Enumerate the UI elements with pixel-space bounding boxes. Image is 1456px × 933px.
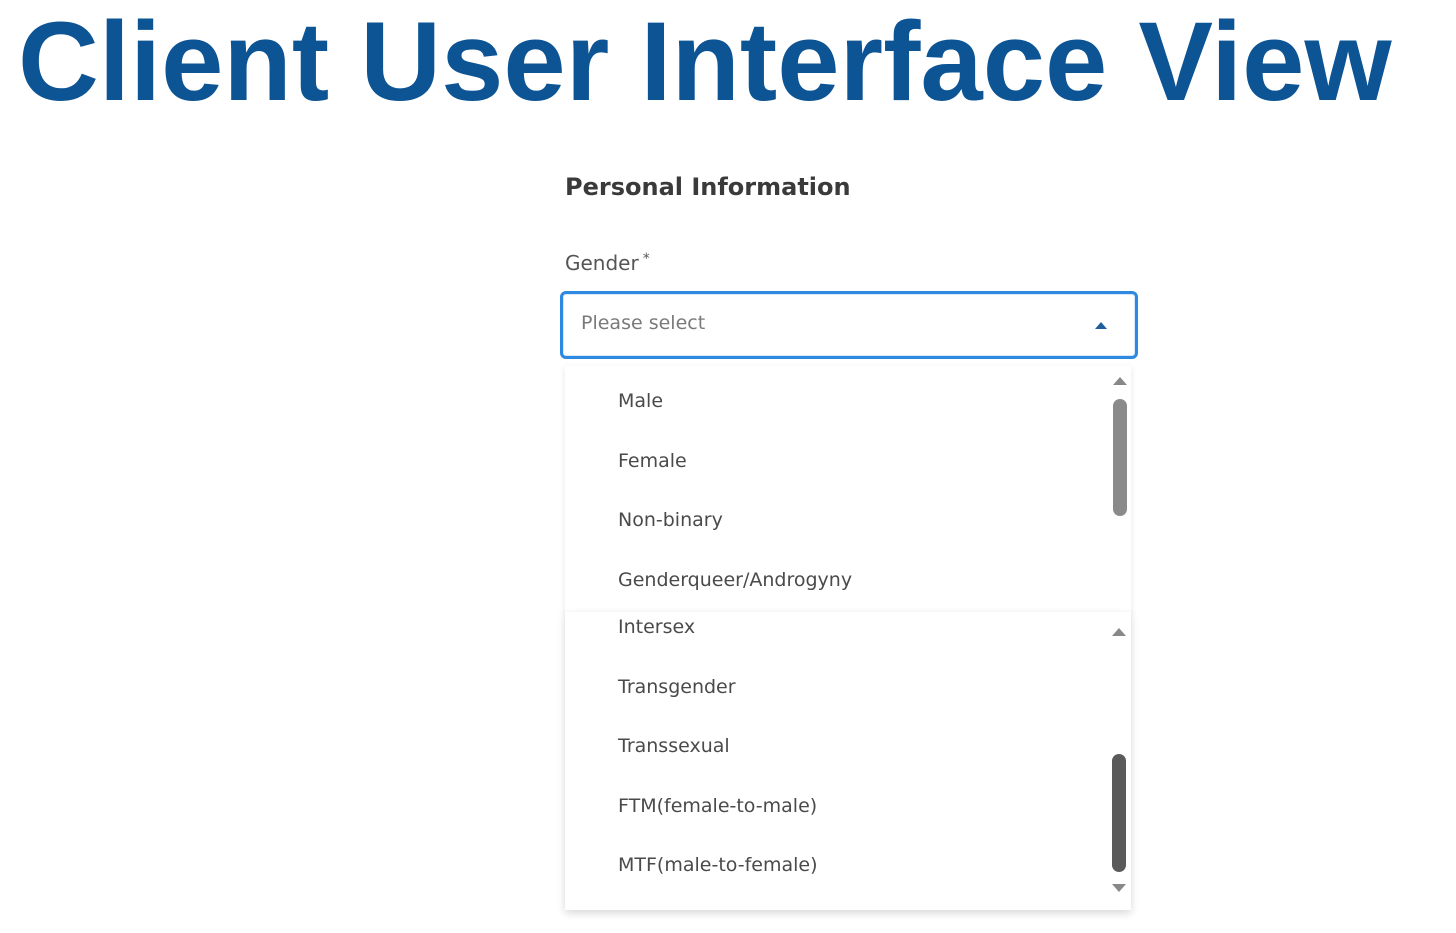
- option-ftm[interactable]: FTM(female-to-male): [618, 795, 817, 817]
- scroll-down-arrow-icon[interactable]: [1112, 884, 1126, 892]
- caret-up-icon[interactable]: [1095, 322, 1107, 329]
- scrollbar-thumb[interactable]: [1113, 399, 1127, 516]
- required-marker: *: [642, 251, 650, 267]
- gender-options-list[interactable]: Male Female Non-binary Genderqueer/Andro…: [565, 366, 1131, 614]
- scroll-up-arrow-icon[interactable]: [1112, 628, 1126, 636]
- scrollbar-thumb[interactable]: [1112, 754, 1126, 872]
- option-genderqueer-androgyny[interactable]: Genderqueer/Androgyny: [618, 569, 852, 591]
- option-mtf[interactable]: MTF(male-to-female): [618, 854, 818, 876]
- gender-label-text: Gender: [565, 251, 639, 275]
- scroll-up-arrow-icon[interactable]: [1113, 377, 1127, 385]
- option-transsexual[interactable]: Transsexual: [618, 735, 730, 757]
- gender-options-list-scrolled[interactable]: Intersex Transgender Transsexual FTM(fem…: [565, 612, 1131, 910]
- gender-select[interactable]: Please select: [560, 291, 1138, 359]
- gender-label: Gender *: [565, 251, 650, 275]
- option-female[interactable]: Female: [618, 450, 687, 472]
- option-non-binary[interactable]: Non-binary: [618, 509, 723, 531]
- gender-select-placeholder: Please select: [581, 312, 706, 334]
- option-male[interactable]: Male: [618, 390, 663, 412]
- section-heading: Personal Information: [565, 173, 851, 201]
- option-intersex[interactable]: Intersex: [618, 616, 695, 638]
- slide-title: Client User Interface View: [18, 0, 1392, 124]
- option-transgender[interactable]: Transgender: [618, 676, 736, 698]
